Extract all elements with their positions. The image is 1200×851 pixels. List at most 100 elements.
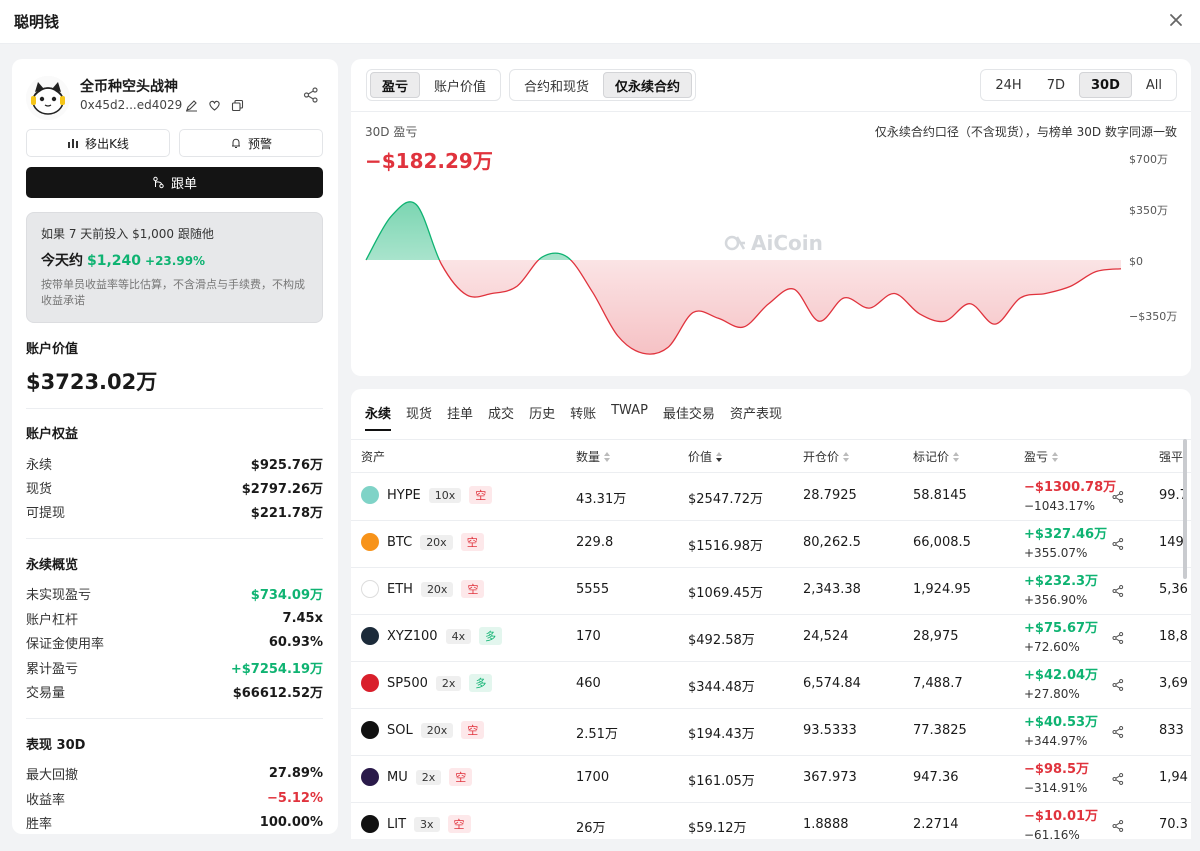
table-row[interactable]: SP500 2x 多 460 $344.48万 6,574.84 7,488.7 +$42.0…	[351, 662, 1191, 709]
pnl-area-chart	[365, 201, 1122, 355]
tab-open-orders[interactable]: 挂单	[447, 403, 473, 431]
window-title: 聪明钱	[14, 13, 60, 31]
leverage-badge: 20x	[420, 581, 454, 597]
equity-key: 现货	[26, 481, 53, 497]
asset-cell: ETH 20x 空	[361, 580, 485, 598]
pnl-cell: +$327.46万 +355.07%	[1024, 526, 1107, 562]
table-row[interactable]: MU 2x 空 1700 $161.05万 367.973 947.36 −$98.5万 −31…	[351, 756, 1191, 803]
table-row[interactable]: ETH 20x 空 5555 $1069.45万 2,343.38 1,924.95 +$23…	[351, 568, 1191, 615]
equity-key: 可提现	[26, 505, 66, 521]
perf-title: 表现 30D	[26, 738, 86, 753]
tab-fills[interactable]: 成交	[488, 403, 514, 431]
follow-simulation-card: 如果 7 天前投入 $1,000 跟随他 今天约 $1,240 +23.99% 按带…	[26, 212, 323, 323]
avatar[interactable]	[26, 76, 70, 120]
table-row[interactable]: HYPE 10x 空 43.31万 $2547.72万 28.7925 58.8145 −$1…	[351, 474, 1191, 521]
leverage-badge: 4x	[445, 628, 472, 644]
share-button[interactable]	[1111, 772, 1125, 786]
scrollbar[interactable]	[1183, 439, 1187, 579]
remove-kline-label: 移出K线	[85, 136, 129, 151]
side-badge: 空	[449, 768, 473, 786]
copy-trade-button[interactable]: 跟单	[26, 167, 323, 198]
pnl-percent: +356.90%	[1024, 593, 1088, 607]
account-value: $3723.02万	[26, 370, 158, 394]
table-row[interactable]: BTC 20x 空 229.8 $1516.98万 80,262.5 66,008.5 +$3…	[351, 521, 1191, 568]
positions-tabs: 永续 现货 挂单 成交 历史 转账 TWAP 最佳交易 资产表现	[365, 403, 797, 431]
side-badge: 多	[469, 674, 493, 692]
simulation-result: 今天约 $1,240 +23.99%	[41, 250, 308, 270]
share-button[interactable]	[1111, 631, 1125, 645]
entry-price-cell: 1.8888	[803, 817, 849, 832]
share-button[interactable]	[302, 86, 320, 104]
asset-cell: LIT 3x 空	[361, 815, 471, 833]
trader-profile-panel: 全币种空头战神 0x45d2...ed4029 移出K线 预警 跟单 如果 7 …	[12, 59, 338, 834]
pnl-cell: −$1300.78万 −1043.17%	[1024, 479, 1116, 515]
perp-row: 累计盈亏 +$7254.19万	[26, 655, 323, 679]
col-value[interactable]: 价值	[688, 448, 723, 465]
table-row[interactable]: XYZ100 4x 多 170 $492.58万 24,524 28,975 +$75.67万…	[351, 615, 1191, 662]
perf-row: 最大回撤 27.89%	[26, 761, 323, 785]
tab-transfers[interactable]: 转账	[570, 403, 596, 431]
col-label: 资产	[361, 450, 386, 464]
share-icon	[1111, 726, 1125, 743]
close-button[interactable]	[1162, 6, 1190, 34]
perf-key: 胜率	[26, 816, 53, 832]
copy-button[interactable]	[229, 97, 245, 113]
perf-value: −5.12%	[267, 790, 323, 806]
tab-perpetual[interactable]: 永续	[365, 403, 392, 431]
remove-kline-button[interactable]: 移出K线	[26, 129, 170, 157]
col-mark[interactable]: 标记价	[913, 448, 960, 465]
pnl-cell: +$75.67万 +72.60%	[1024, 620, 1098, 656]
share-button[interactable]	[1111, 584, 1125, 598]
favorite-button[interactable]	[206, 97, 222, 113]
asset-symbol: BTC	[387, 534, 413, 550]
sort-icon	[716, 451, 723, 462]
table-row[interactable]: SOL 20x 空 2.51万 $194.43万 93.5333 77.3825 +$40.5…	[351, 709, 1191, 756]
table-row[interactable]: LIT 3x 空 26万 $59.12万 1.8888 2.2714 −$10.01万 −61.…	[351, 803, 1191, 839]
col-qty[interactable]: 数量	[576, 448, 611, 465]
simulation-disclaimer: 按带单员收益率等比估算，不含滑点与手续费，不构成收益承诺	[41, 278, 305, 307]
liq-price-cell: 70.3	[1159, 817, 1188, 832]
tab-spot[interactable]: 现货	[406, 403, 432, 431]
pnl-percent: +72.60%	[1024, 640, 1080, 654]
share-icon	[1111, 632, 1125, 649]
asset-symbol: HYPE	[387, 487, 421, 503]
tab-asset-performance[interactable]: 资产表现	[730, 403, 782, 431]
entry-price-cell: 28.7925	[803, 488, 857, 503]
perp-value: +$7254.19万	[230, 661, 323, 677]
pnl-percent: +344.97%	[1024, 734, 1088, 748]
value-cell: $1069.45万	[688, 586, 764, 601]
equity-row: 永续 $925.76万	[26, 451, 323, 475]
equity-value: $2797.26万	[241, 481, 323, 497]
col-label: 盈亏	[1024, 450, 1049, 464]
share-button[interactable]	[1111, 537, 1125, 551]
pencil-icon	[185, 99, 197, 112]
tab-twap[interactable]: TWAP	[611, 403, 648, 431]
col-entry[interactable]: 开仓价	[803, 448, 850, 465]
tab-history[interactable]: 历史	[529, 403, 555, 431]
perp-title: 永续概览	[26, 558, 79, 573]
coin-icon	[361, 815, 379, 833]
equity-value: $221.78万	[250, 505, 323, 521]
pnl-amount: −$10.01万	[1024, 809, 1099, 824]
positions-card: 永续 现货 挂单 成交 历史 转账 TWAP 最佳交易 资产表现 资产 数量 价…	[351, 389, 1191, 839]
perf-value: 100.00%	[259, 814, 323, 830]
share-button[interactable]	[1111, 678, 1125, 692]
tab-best-trades[interactable]: 最佳交易	[663, 403, 715, 431]
edit-button[interactable]	[183, 97, 199, 113]
col-pnl[interactable]: 盈亏	[1024, 448, 1059, 465]
perp-key: 账户杠杆	[26, 612, 79, 628]
share-button[interactable]	[1111, 819, 1125, 833]
mark-price-cell: 58.8145	[913, 488, 967, 503]
perp-key: 累计盈亏	[26, 661, 79, 677]
asset-symbol: LIT	[387, 816, 407, 832]
side-badge: 空	[447, 815, 471, 833]
pnl-amount: +$75.67万	[1024, 621, 1099, 636]
share-button[interactable]	[1111, 725, 1125, 739]
pnl-percent: +355.07%	[1024, 546, 1088, 560]
coin-icon	[361, 533, 379, 551]
share-button[interactable]	[1111, 490, 1125, 504]
alert-button[interactable]: 预警	[179, 129, 323, 157]
asset-cell: XYZ100 4x 多	[361, 627, 503, 645]
coin-icon	[361, 768, 379, 786]
perf-key: 收益率	[26, 792, 66, 808]
